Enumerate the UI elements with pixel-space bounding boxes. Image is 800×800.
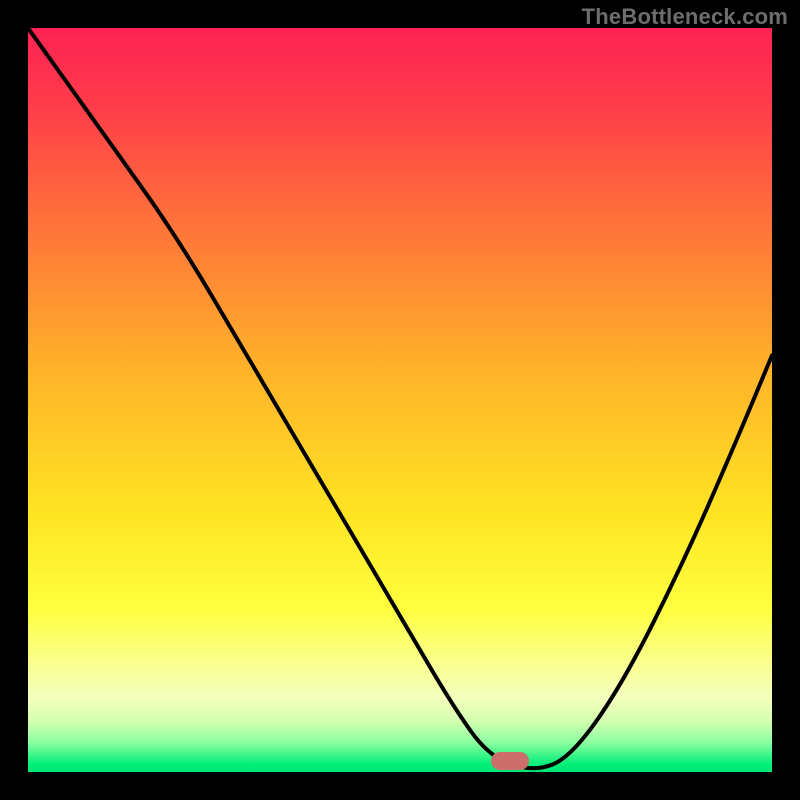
watermark-text: TheBottleneck.com xyxy=(582,6,788,28)
curve-path xyxy=(28,28,772,768)
optimal-marker xyxy=(491,752,529,770)
bottleneck-curve xyxy=(28,28,772,772)
